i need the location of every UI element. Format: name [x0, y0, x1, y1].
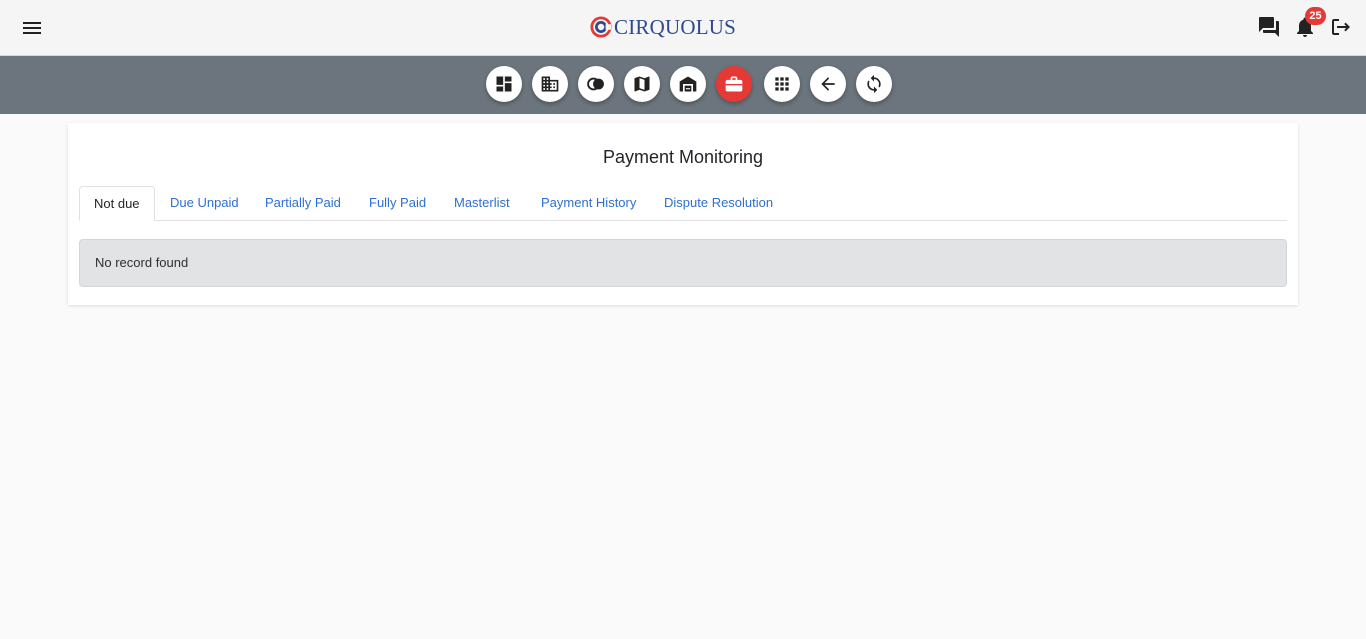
briefcase-icon — [725, 76, 743, 92]
apps-button[interactable] — [764, 66, 800, 102]
tab-payment-history[interactable]: Payment History — [541, 186, 636, 221]
refresh-button[interactable] — [856, 66, 892, 102]
notification-badge: 25 — [1305, 7, 1326, 25]
tab-dispute-resolution[interactable]: Dispute Resolution — [664, 186, 773, 221]
circles-icon — [587, 77, 604, 91]
refresh-icon — [867, 74, 881, 94]
tab-partially-paid[interactable]: Partially Paid — [265, 186, 341, 221]
top-navbar: CIRQUOLUS 25 — [0, 0, 1366, 56]
circles-button[interactable] — [578, 66, 614, 102]
back-button[interactable] — [810, 66, 846, 102]
logo-mark-icon — [590, 16, 612, 38]
briefcase-button[interactable] — [716, 66, 752, 102]
apps-grid-icon — [775, 77, 789, 91]
tab-fully-paid[interactable]: Fully Paid — [369, 186, 426, 221]
tab-due-unpaid[interactable]: Due Unpaid — [170, 186, 239, 221]
chat-icon[interactable] — [1257, 15, 1281, 39]
module-toolbar — [0, 56, 1366, 114]
page-title: Payment Monitoring — [602, 147, 764, 167]
garage-button[interactable] — [670, 66, 706, 102]
garage-icon — [679, 76, 697, 92]
tab-masterlist[interactable]: Masterlist — [454, 186, 510, 221]
tab-not-due[interactable]: Not due — [79, 186, 155, 221]
arrow-back-icon — [821, 77, 835, 91]
menu-icon[interactable] — [20, 16, 44, 40]
map-icon — [634, 76, 650, 92]
logout-icon[interactable] — [1329, 15, 1353, 39]
map-button[interactable] — [624, 66, 660, 102]
dashboard-icon — [496, 76, 512, 92]
dashboard-button[interactable] — [486, 66, 522, 102]
payment-tabs: Not due Due Unpaid Partially Paid Fully … — [79, 186, 1287, 221]
building-icon — [541, 76, 559, 92]
app-logo[interactable]: CIRQUOLUS — [590, 14, 736, 40]
payment-monitoring-card: Payment Monitoring Not due Due Unpaid Pa… — [68, 123, 1298, 305]
empty-state-alert: No record found — [79, 239, 1287, 287]
building-button[interactable] — [532, 66, 568, 102]
logo-text: CIRQUOLUS — [614, 14, 736, 39]
